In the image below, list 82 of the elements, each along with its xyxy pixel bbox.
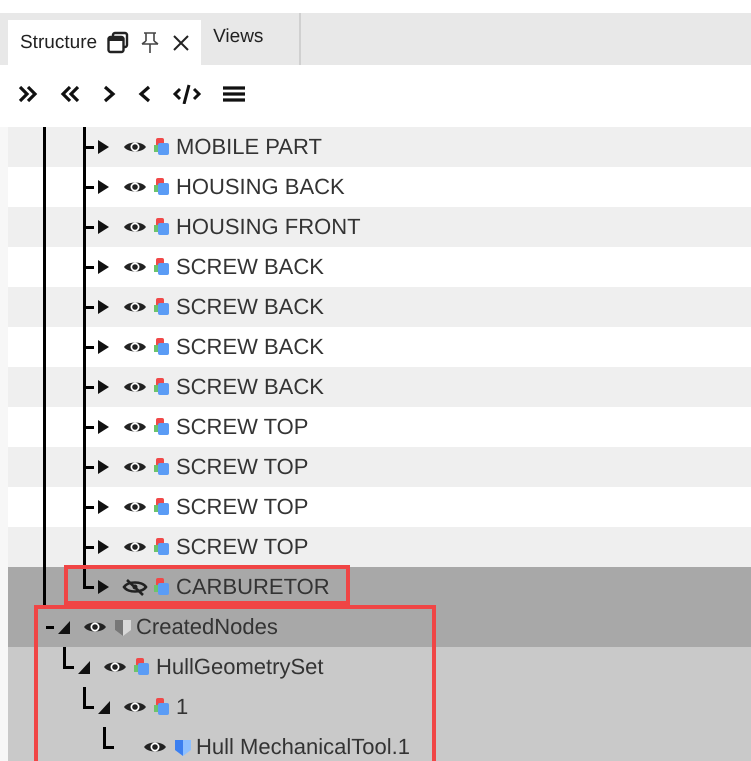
parts-icon [153, 217, 171, 237]
node-label: 1 [176, 694, 188, 720]
tree-row[interactable]: HullGeometrySet [8, 647, 751, 687]
code-icon [173, 84, 201, 104]
expanded-triangle-icon[interactable] [58, 619, 70, 635]
tree-row[interactable]: HOUSING FRONT [8, 207, 751, 247]
tree-row[interactable]: SCREW TOP [8, 447, 751, 487]
tree-row[interactable]: HOUSING BACK [8, 167, 751, 207]
collapsed-triangle-icon[interactable] [98, 259, 110, 275]
collapsed-triangle-icon[interactable] [98, 579, 110, 595]
tree-row[interactable]: Hull MechanicalTool.1 [8, 727, 751, 761]
node-label: CreatedNodes [136, 614, 278, 640]
tree-row[interactable]: SCREW TOP [8, 407, 751, 447]
node-label: MOBILE PART [176, 134, 322, 160]
double-chevron-left-icon [59, 84, 81, 104]
parts-icon [153, 497, 171, 517]
node-label: SCREW BACK [176, 374, 324, 400]
node-label: SCREW TOP [176, 534, 308, 560]
menu-button[interactable] [221, 84, 247, 104]
restore-button[interactable] [107, 31, 130, 54]
tab[interactable]: Structure [20, 32, 98, 54]
collapsed-triangle-icon[interactable] [98, 179, 110, 195]
tree-row[interactable]: SCREW TOP [8, 487, 751, 527]
tree-row[interactable]: SCREW BACK [8, 247, 751, 287]
cube-icon [173, 737, 191, 757]
tree-row[interactable]: CreatedNodes [8, 607, 751, 647]
tree-row[interactable]: MOBILE PART [8, 127, 751, 167]
parts-icon [133, 657, 151, 677]
node-label: HOUSING BACK [176, 174, 345, 200]
parts-icon [153, 577, 171, 597]
node-label: SCREW BACK [176, 294, 324, 320]
restore-icon [107, 31, 130, 54]
collapsed-triangle-icon[interactable] [98, 299, 110, 315]
parts-icon [153, 137, 171, 157]
collapsed-triangle-icon[interactable] [98, 539, 110, 555]
node-label: SCREW BACK [176, 334, 324, 360]
code-button[interactable] [173, 84, 201, 104]
tree-row[interactable]: SCREW BACK [8, 367, 751, 407]
chevron-left-button[interactable] [137, 84, 153, 104]
node-label: SCREW BACK [176, 254, 324, 280]
parts-icon [153, 337, 171, 357]
parts-icon [153, 537, 171, 557]
chevron-right-button[interactable] [101, 84, 117, 104]
collapsed-triangle-icon[interactable] [98, 379, 110, 395]
tab[interactable]: Views [213, 26, 264, 48]
pin-icon [139, 30, 162, 54]
node-label: HOUSING FRONT [176, 214, 361, 240]
chevron-right-icon [101, 84, 117, 104]
double-chevron-left-button[interactable] [59, 84, 81, 104]
node-label: Hull MechanicalTool.1 [196, 734, 410, 760]
parts-icon [153, 257, 171, 277]
parts-icon [153, 177, 171, 197]
collapsed-triangle-icon[interactable] [98, 419, 110, 435]
tree-row[interactable]: SCREW BACK [8, 287, 751, 327]
expanded-triangle-icon[interactable] [98, 699, 110, 715]
node-label: CARBURETOR [176, 574, 330, 600]
double-chevron-right-button[interactable] [17, 84, 39, 104]
collapsed-triangle-icon[interactable] [98, 459, 110, 475]
cube-icon [113, 617, 131, 637]
tree-row[interactable]: 1 [8, 687, 751, 727]
expanded-triangle-icon[interactable] [78, 659, 90, 675]
collapsed-triangle-icon[interactable] [98, 139, 110, 155]
node-label: SCREW TOP [176, 494, 308, 520]
parts-icon [153, 377, 171, 397]
node-label: HullGeometrySet [156, 654, 324, 680]
menu-icon [221, 84, 247, 104]
eye-slash-icon[interactable] [122, 578, 148, 596]
parts-icon [153, 697, 171, 717]
pin-button[interactable] [139, 30, 162, 54]
node-label: SCREW TOP [176, 454, 308, 480]
tree-row[interactable]: SCREW BACK [8, 327, 751, 367]
parts-icon [153, 457, 171, 477]
parts-icon [153, 417, 171, 437]
collapsed-triangle-icon[interactable] [98, 499, 110, 515]
collapsed-triangle-icon[interactable] [98, 219, 110, 235]
tree-row[interactable]: CARBURETOR [8, 567, 751, 607]
double-chevron-right-icon [17, 84, 39, 104]
parts-icon [153, 297, 171, 317]
collapsed-triangle-icon[interactable] [98, 339, 110, 355]
chevron-left-icon [137, 84, 153, 104]
node-label: SCREW TOP [176, 414, 308, 440]
tree-row[interactable]: SCREW TOP [8, 527, 751, 567]
